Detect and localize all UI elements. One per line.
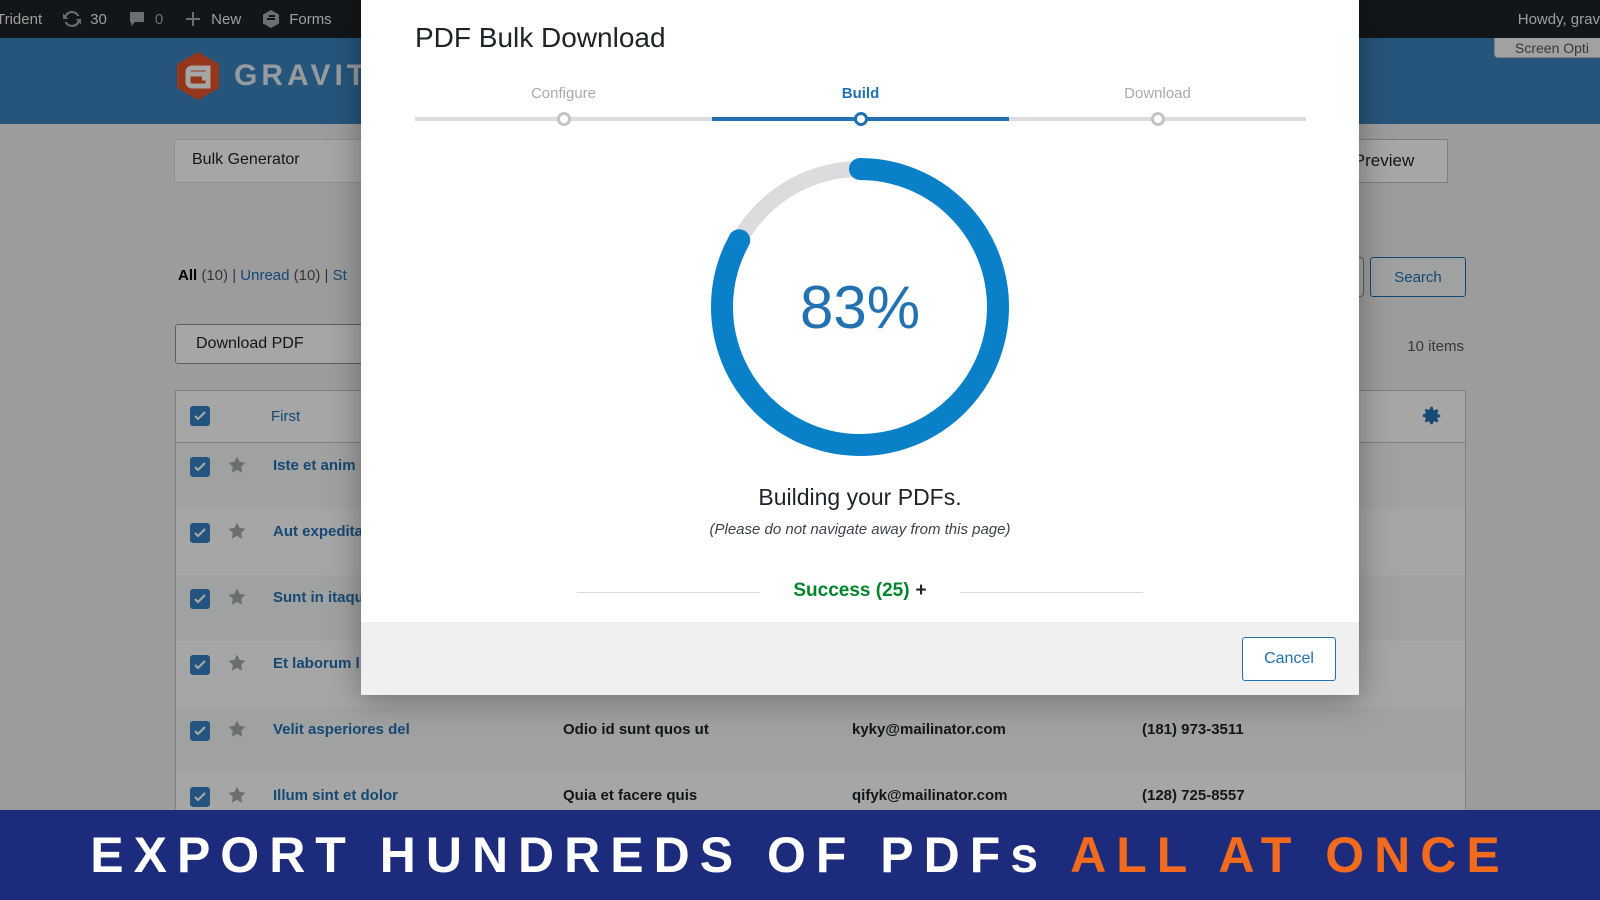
banner-text: EXPORT HUNDREDS OF PDFs xyxy=(90,827,1049,883)
success-toggle[interactable]: Success (25) + xyxy=(760,580,960,602)
step-dot xyxy=(854,112,868,126)
modal-title: PDF Bulk Download xyxy=(415,22,666,53)
navigation-warning: (Please do not navigate away from this p… xyxy=(709,521,1011,538)
step-download: Download xyxy=(1009,82,1306,132)
step-label: Build xyxy=(841,85,880,102)
step-configure: Configure xyxy=(415,82,712,132)
pdf-bulk-download-modal: PDF Bulk Download Configure Build Downlo… xyxy=(361,0,1359,695)
building-status: Building your PDFs. xyxy=(758,484,962,510)
success-count: Success (25) xyxy=(793,580,910,601)
progress-percent: 83% xyxy=(799,274,921,341)
step-label: Download xyxy=(1124,85,1191,102)
promo-banner: EXPORT HUNDREDS OF PDFs ALL AT ONCE xyxy=(0,810,1600,900)
banner-highlight: ALL AT ONCE xyxy=(1070,827,1510,883)
step-build: Build xyxy=(712,82,1009,132)
cancel-button[interactable]: Cancel xyxy=(1242,637,1336,681)
expand-icon: + xyxy=(915,580,927,601)
step-dot xyxy=(557,112,571,126)
step-dot xyxy=(1151,112,1165,126)
step-label: Configure xyxy=(530,85,597,102)
modal-footer: Cancel xyxy=(361,622,1359,695)
step-progress: Configure Build Download xyxy=(415,82,1306,132)
